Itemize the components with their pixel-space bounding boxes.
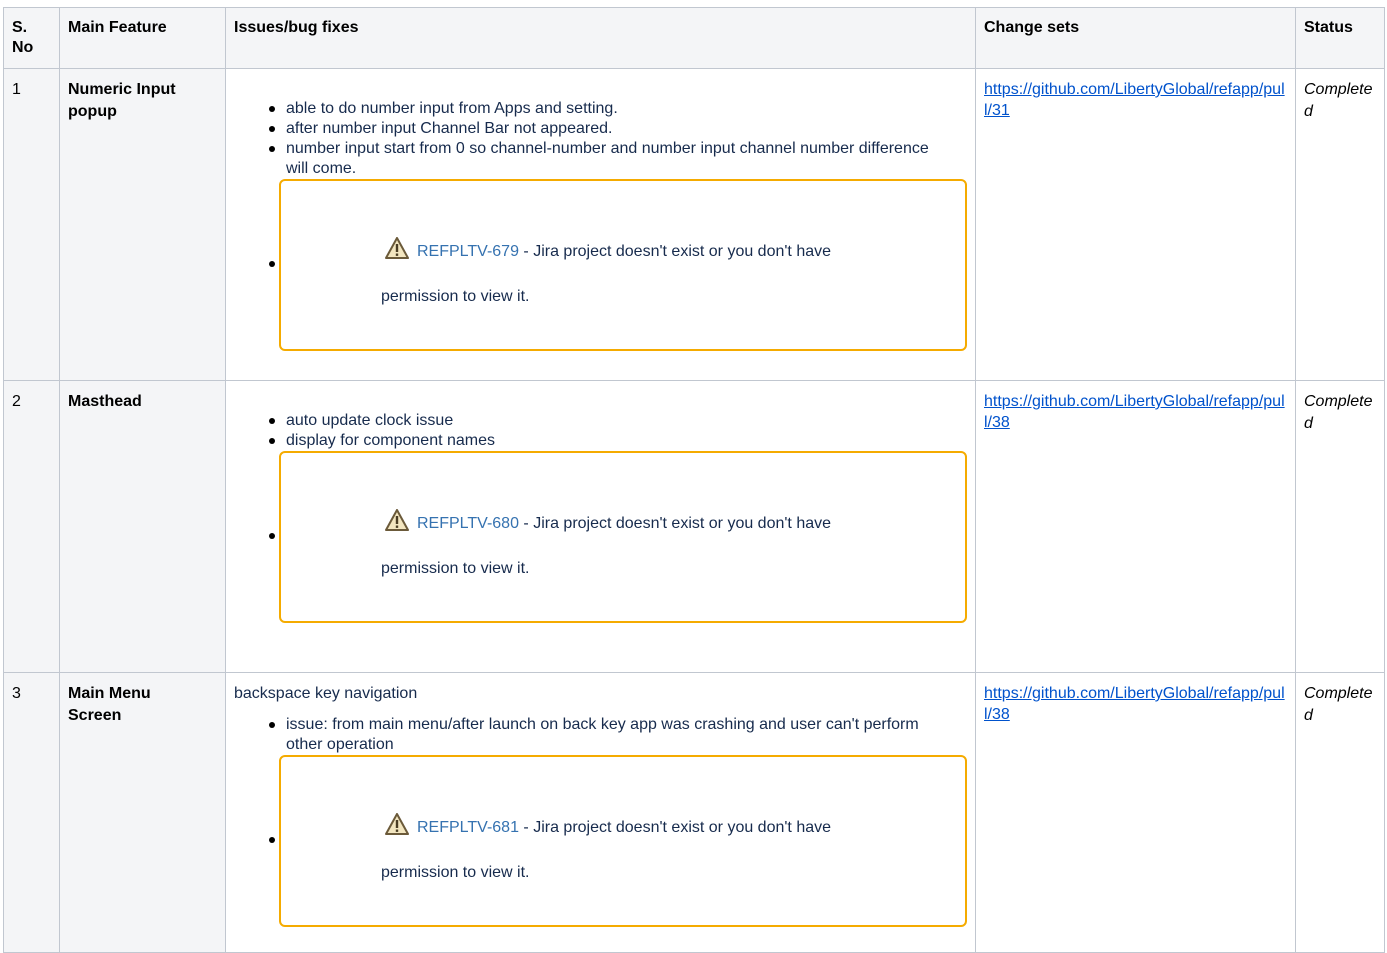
header-sno: S. No xyxy=(3,7,60,69)
feature-name: Numeric Input popup xyxy=(59,68,226,381)
jira-issue-link[interactable]: REFPLTV-680 xyxy=(417,515,519,532)
jira-macro-box: REFPLTV-679 - Jira project doesn't exist… xyxy=(279,179,967,351)
status-cell: Completed xyxy=(1295,672,1385,953)
feature-name: Main Menu Screen xyxy=(59,672,226,953)
features-table: S. No Main Feature Issues/bug fixes Chan… xyxy=(3,7,1385,953)
jira-list-item: REFPLTV-680 - Jira project doesn't exist… xyxy=(269,451,967,623)
row-number: 2 xyxy=(3,380,60,673)
status-text: Completed xyxy=(1304,685,1373,724)
jira-message-cont: permission to view it. xyxy=(381,560,530,577)
table-row: 2 Masthead auto update clock issue displa… xyxy=(3,380,1385,673)
status-text: Completed xyxy=(1304,81,1373,120)
jira-message: - Jira project doesn't exist or you don'… xyxy=(518,515,832,532)
row-number: 1 xyxy=(3,68,60,381)
change-set-cell: https://github.com/LibertyGlobal/refapp/… xyxy=(975,68,1296,381)
table-row: 1 Numeric Input popup able to do number … xyxy=(3,68,1385,381)
jira-list-item: REFPLTV-679 - Jira project doesn't exist… xyxy=(269,179,967,351)
header-issues: Issues/bug fixes xyxy=(225,7,976,69)
jira-macro-box: REFPLTV-680 - Jira project doesn't exist… xyxy=(279,451,967,623)
jira-macro-box: REFPLTV-681 - Jira project doesn't exist… xyxy=(279,755,967,927)
warning-icon xyxy=(385,237,409,267)
jira-message: - Jira project doesn't exist or you don'… xyxy=(518,819,832,836)
warning-icon xyxy=(385,509,409,539)
header-changes: Change sets xyxy=(975,7,1296,69)
issue-intro: backspace key navigation xyxy=(234,685,418,702)
change-set-cell: https://github.com/LibertyGlobal/refapp/… xyxy=(975,380,1296,673)
change-set-link[interactable]: https://github.com/LibertyGlobal/refapp/… xyxy=(984,685,1285,723)
jira-message: - Jira project doesn't exist or you don'… xyxy=(518,243,832,260)
issue-bullet: after number input Channel Bar not appea… xyxy=(269,119,967,139)
row-number: 3 xyxy=(3,672,60,953)
jira-issue-link[interactable]: REFPLTV-681 xyxy=(417,819,519,836)
issue-bullet: auto update clock issue xyxy=(269,411,967,431)
status-cell: Completed xyxy=(1295,380,1385,673)
issue-bullet: able to do number input from Apps and se… xyxy=(269,99,967,119)
issue-bullet: display for component names xyxy=(269,431,967,451)
issues-cell: able to do number input from Apps and se… xyxy=(225,68,976,381)
issue-list: able to do number input from Apps and se… xyxy=(234,99,967,351)
jira-issue-link[interactable]: REFPLTV-679 xyxy=(417,243,519,260)
issues-cell: auto update clock issue display for compo… xyxy=(225,380,976,673)
header-status: Status xyxy=(1295,7,1385,69)
change-set-link[interactable]: https://github.com/LibertyGlobal/refapp/… xyxy=(984,81,1285,119)
jira-message-cont: permission to view it. xyxy=(381,864,530,881)
feature-name: Masthead xyxy=(59,380,226,673)
jira-list-item: REFPLTV-681 - Jira project doesn't exist… xyxy=(269,755,967,927)
jira-message-cont: permission to view it. xyxy=(381,288,530,305)
issue-list: auto update clock issue display for compo… xyxy=(234,411,967,623)
issue-list: issue: from main menu/after launch on ba… xyxy=(234,715,967,927)
warning-icon xyxy=(385,813,409,843)
issues-cell: backspace key navigation issue: from mai… xyxy=(225,672,976,953)
change-set-link[interactable]: https://github.com/LibertyGlobal/refapp/… xyxy=(984,393,1285,431)
issue-bullet: issue: from main menu/after launch on ba… xyxy=(269,715,967,755)
change-set-cell: https://github.com/LibertyGlobal/refapp/… xyxy=(975,672,1296,953)
header-row: S. No Main Feature Issues/bug fixes Chan… xyxy=(3,7,1385,69)
status-cell: Completed xyxy=(1295,68,1385,381)
table-row: 3 Main Menu Screen backspace key navigat… xyxy=(3,672,1385,953)
issue-bullet: number input start from 0 so channel-num… xyxy=(269,139,967,179)
header-feature: Main Feature xyxy=(59,7,226,69)
status-text: Completed xyxy=(1304,393,1373,432)
